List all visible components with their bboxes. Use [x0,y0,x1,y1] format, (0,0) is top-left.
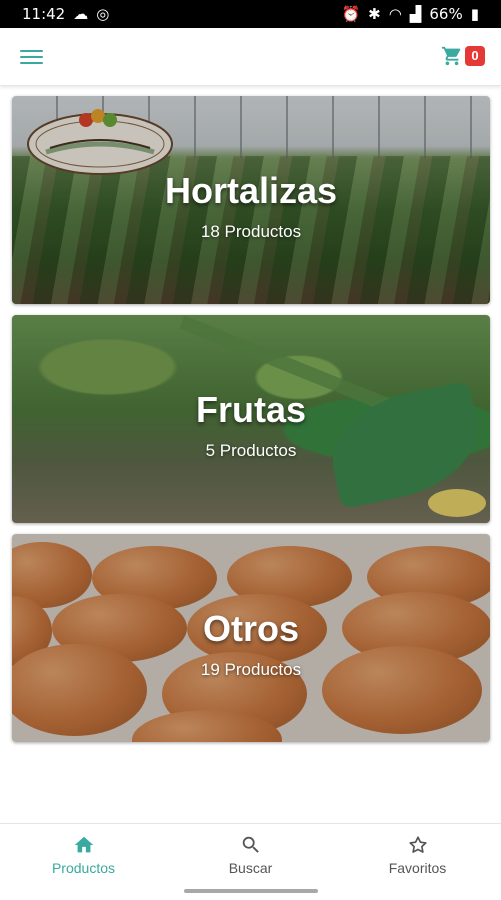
alarm-icon: ⏰ [341,5,361,23]
category-count: 5 Productos [205,441,297,460]
category-title: Frutas [195,389,307,430]
category-card-frutas[interactable]: Frutas 5 Productos [12,315,490,523]
status-time: 11:42 [22,5,66,23]
wifi-icon: ◠ [388,5,402,23]
home-indicator[interactable] [184,889,318,893]
signal-icon: ▟ [409,5,422,23]
hamburger-icon [20,50,43,52]
cart-button[interactable]: 0 [441,43,485,69]
star-icon [408,835,427,853]
battery-percent: 66% [429,5,463,23]
home-icon [74,836,93,852]
nav-buscar[interactable]: Buscar [167,824,334,885]
status-bar: 11:42 ☁ ◎ ⏰ ✱ ◠ ▟ 66% ▮ [0,0,501,28]
nav-label: Buscar [228,859,273,876]
cart-icon [441,46,461,66]
search-icon [242,836,259,853]
category-count: 18 Productos [200,222,302,241]
category-card-otros[interactable]: Otros 19 Productos [12,534,490,742]
battery-icon: ▮ [470,5,479,23]
nav-label: Productos [51,859,116,876]
cart-count-badge: 0 [465,46,485,66]
bluetooth-icon: ✱ [368,5,381,23]
nav-favoritos[interactable]: Favoritos [334,824,501,885]
nav-productos[interactable]: Productos [0,824,167,885]
category-list: Hortalizas 18 Productos Frutas 5 Product… [12,96,490,753]
bottom-navigation: Productos Buscar Favoritos [0,823,501,885]
menu-button[interactable] [20,46,50,70]
category-title: Hortalizas [164,170,338,211]
nav-label: Favoritos [388,859,447,876]
category-count: 19 Productos [200,660,302,679]
app-bar: 0 [0,28,501,86]
category-card-hortalizas[interactable]: Hortalizas 18 Productos [12,96,490,304]
cloud-icon: ☁ [73,5,89,23]
whatsapp-icon: ◎ [96,5,110,23]
category-title: Otros [202,608,299,649]
